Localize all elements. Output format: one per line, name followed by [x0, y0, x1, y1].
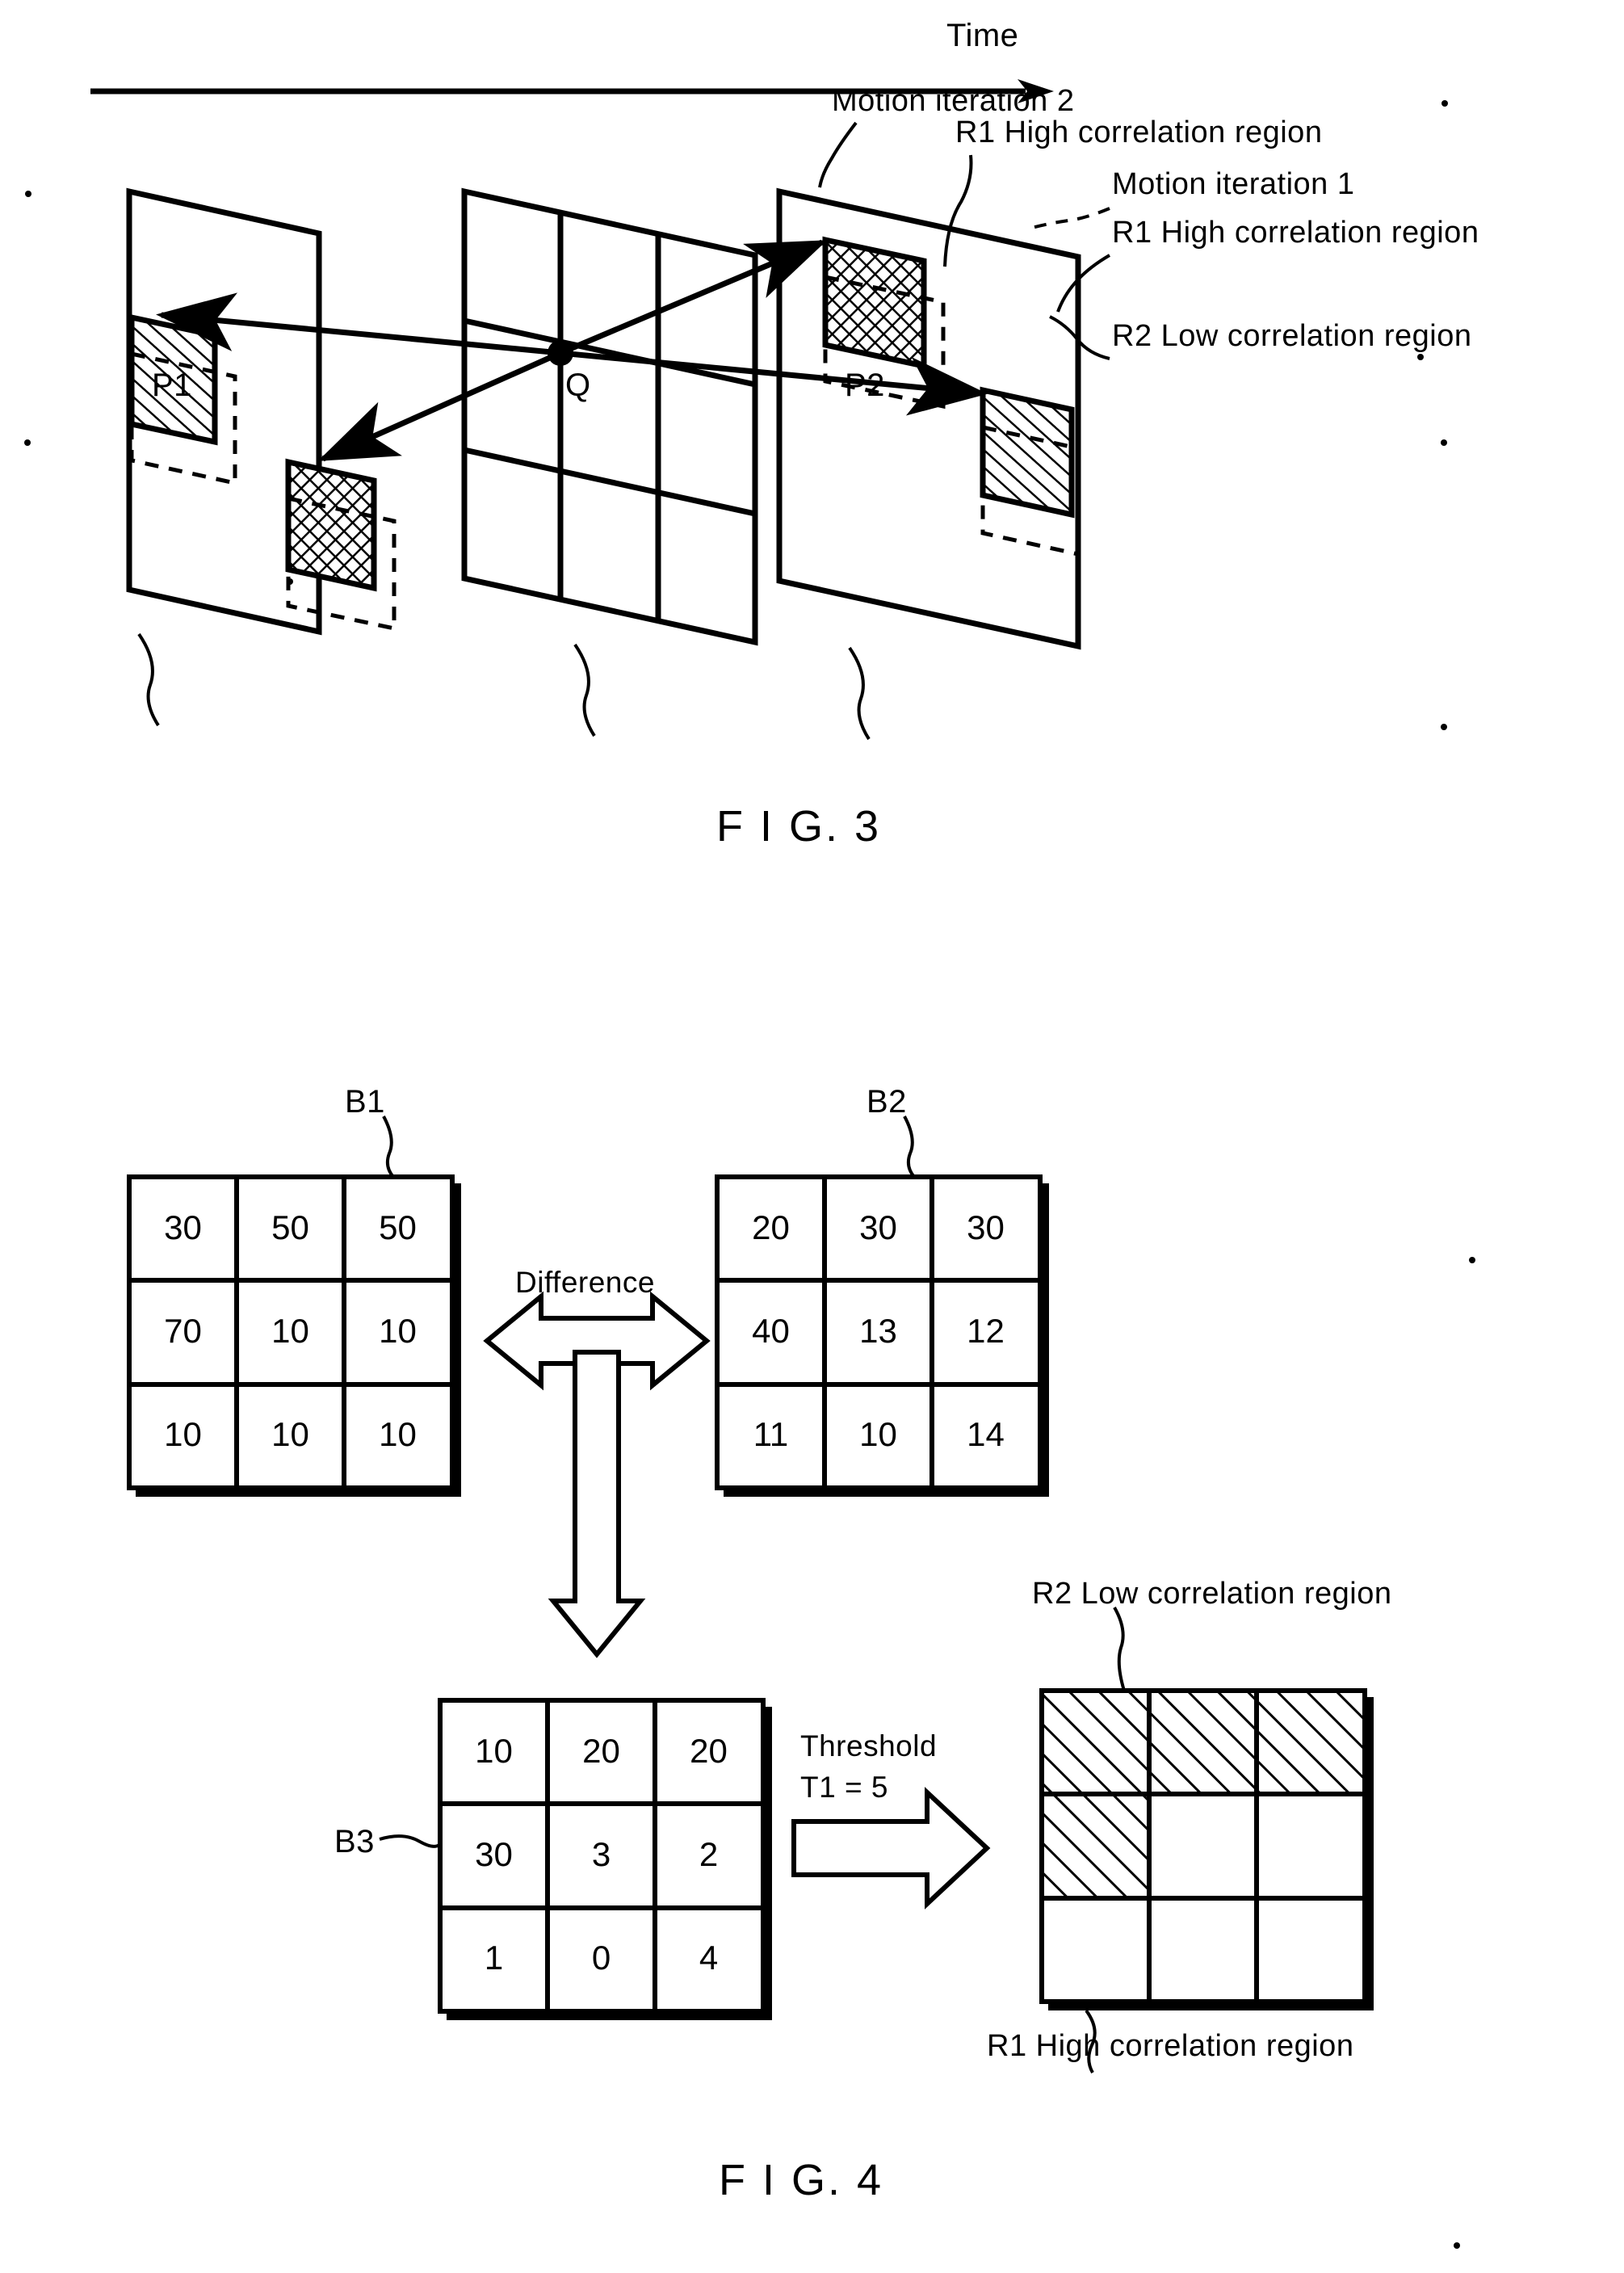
patent-drawing-sheet: Time Motion iteration 2 R1 High correlat…	[0, 0, 1624, 2273]
label-r1-high-correlation-top: R1 High correlation region	[955, 116, 1323, 149]
label-plane-p2: P2	[845, 368, 885, 403]
matrix-cell-b3-r1c2: 2	[699, 1835, 719, 1873]
matrix-cell-b3-r1c1: 3	[591, 1835, 611, 1873]
leader-motion-iteration-1	[1031, 207, 1110, 229]
leader-r1-high-mid	[1056, 254, 1111, 313]
label-r2-low-correlation-fig4: R2 Low correlation region	[1032, 1577, 1392, 1611]
matrix-cell-b2-r2c2: 14	[967, 1415, 1005, 1453]
matrix-cell-b1-r0c1: 50	[271, 1208, 309, 1246]
caption-figure-3: F I G. 3	[716, 802, 882, 851]
matrix-cell-b2-r1c2: 12	[967, 1312, 1005, 1350]
matrix-cell-b1-r2c1: 10	[271, 1415, 309, 1453]
label-matrix-b3: B3	[334, 1824, 375, 1859]
leader-r1-high-top	[943, 154, 973, 267]
leader-b3	[379, 1834, 442, 1848]
matrix-cell-b2-r0c2: 30	[967, 1208, 1005, 1246]
label-r2-low-correlation-fig3: R2 Low correlation region	[1112, 319, 1472, 353]
leader-b1	[382, 1115, 395, 1179]
matrix-cell-b2-r2c1: 10	[859, 1415, 897, 1453]
matrix-cell-b2-r1c1: 13	[859, 1312, 897, 1350]
matrix-cell-b1-r0c0: 30	[164, 1208, 202, 1246]
p1-crosshatched-block	[285, 458, 397, 632]
matrix-cell-b2-r1c0: 40	[752, 1312, 790, 1350]
matrix-cell-b2-r0c0: 20	[752, 1208, 790, 1246]
matrix-cell-b1-r2c0: 10	[164, 1415, 202, 1453]
label-difference: Difference	[515, 1266, 655, 1299]
p2-leader	[848, 646, 871, 741]
label-r1-high-correlation-mid: R1 High correlation region	[1112, 216, 1479, 250]
matrix-cell-b3-r1c0: 30	[475, 1835, 513, 1873]
matrix-cell-b2-r0c1: 30	[859, 1208, 897, 1246]
label-matrix-b1: B1	[345, 1084, 385, 1120]
matrix-cell-b3-r0c0: 10	[475, 1732, 513, 1770]
leader-b2	[903, 1115, 916, 1179]
down-arrow-to-b3	[548, 1350, 646, 1658]
time-axis-label: Time	[946, 18, 1019, 53]
matrix-cell-b3-r2c1: 0	[591, 1939, 611, 1977]
q-leader	[573, 643, 596, 737]
leader-r2-low-fig4	[1113, 1607, 1126, 1691]
label-r1-high-correlation-fig4: R1 High correlation region	[987, 2029, 1354, 2063]
matrix-cell-b1-r1c0: 70	[164, 1312, 202, 1350]
result-cell-hatch-r1c0	[1042, 1794, 1149, 1898]
p1-leader	[137, 632, 160, 727]
matrix-cell-b2-r2c0: 11	[753, 1415, 789, 1453]
label-threshold-value: T1 = 5	[800, 1771, 888, 1804]
matrix-cell-b3-r2c2: 4	[699, 1939, 719, 1977]
label-plane-q: Q	[565, 368, 591, 403]
matrix-cell-b1-r1c2: 10	[379, 1312, 417, 1350]
matrix-cell-b1-r2c2: 10	[379, 1415, 417, 1453]
matrix-cell-b1-r1c1: 10	[271, 1312, 309, 1350]
label-plane-p1: P1	[152, 368, 192, 403]
label-threshold: Threshold	[800, 1729, 938, 1763]
label-motion-iteration-2: Motion iteration 2	[832, 84, 1075, 118]
matrix-cell-b3-r0c2: 20	[690, 1732, 728, 1770]
p2-hatched-block	[980, 386, 1081, 557]
label-matrix-b2: B2	[867, 1084, 907, 1120]
matrix-cell-b3-r2c0: 1	[484, 1939, 504, 1977]
label-motion-iteration-1: Motion iteration 1	[1112, 167, 1355, 201]
matrix-cell-b3-r0c1: 20	[582, 1732, 620, 1770]
result-cell-hatch-row0	[1042, 1691, 1365, 1794]
caption-figure-4: F I G. 4	[719, 2156, 884, 2204]
plane-q	[461, 187, 758, 646]
matrix-cell-b1-r0c2: 50	[379, 1208, 417, 1246]
matrix-result-grid	[1039, 1688, 1374, 2010]
leader-motion-iteration-2	[818, 121, 858, 188]
threshold-arrow	[791, 1787, 991, 1910]
